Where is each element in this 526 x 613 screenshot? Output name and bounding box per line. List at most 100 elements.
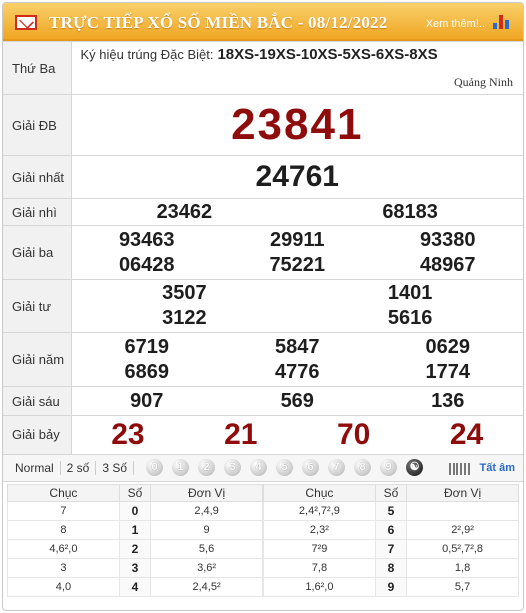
- cell-donvi: [406, 500, 519, 521]
- loto-tables: Chục Số Đơn Vị 7 0 2,4,9 819 4,6²,0 2 5,6 33…: [3, 482, 523, 599]
- cell-chuc: 3: [7, 557, 120, 578]
- prize-g6-number: 136: [431, 389, 465, 412]
- prize-g2-number: 68183: [382, 200, 438, 223]
- cell-donvi: 2,4,9: [150, 500, 263, 521]
- digit-ball[interactable]: 5: [276, 459, 294, 476]
- cell-donvi: 0,5²,7²,8: [406, 538, 519, 559]
- cell-so: 9: [374, 576, 408, 597]
- cell-chuc: 4,6²,0: [7, 538, 120, 559]
- prize-db-label: Giải ĐB: [3, 94, 72, 156]
- cell-so: 3: [118, 557, 152, 578]
- digit-ball[interactable]: 2: [198, 459, 216, 476]
- prize-g4-number: 3507: [162, 282, 207, 304]
- col-donvi: Đơn Vị: [150, 483, 263, 502]
- cell-so: 5: [374, 500, 408, 521]
- cell-chuc: 7: [7, 500, 120, 521]
- cell-so: 8: [374, 557, 408, 578]
- digit-ball[interactable]: 4: [250, 459, 268, 476]
- prize-g4-label: Giải tư: [3, 279, 72, 333]
- province-name: Quảng Ninh: [454, 75, 513, 89]
- prize-g7-number: 21: [224, 417, 258, 451]
- prize-g3-number: 06428: [118, 253, 175, 276]
- col-so: Số: [118, 483, 152, 502]
- digit-ball[interactable]: 7: [328, 459, 346, 476]
- table-row: 1,6²,0 9 5,7: [263, 576, 519, 597]
- option-2-so[interactable]: 2 số: [61, 460, 97, 475]
- digit-ball[interactable]: 0: [146, 459, 164, 476]
- results-table: Thứ Ba Ký hiệu trúng Đặc Biệt: 18XS-19XS-…: [3, 41, 523, 454]
- header-bar: TRỰC TIẾP XỔ SỐ MIỀN BẮC - 08/12/2022 Xe…: [3, 3, 523, 41]
- results-panel: TRỰC TIẾP XỔ SỐ MIỀN BẮC - 08/12/2022 Xe…: [2, 2, 524, 611]
- prize-g5-number: 0629: [425, 335, 471, 358]
- special-symbol: Ký hiệu trúng Đặc Biệt: 18XS-19XS-10XS-5X…: [71, 41, 523, 95]
- digit-ball[interactable]: 1: [172, 459, 190, 476]
- col-chuc: Chục: [7, 483, 120, 502]
- prize-g4-number: 3122: [162, 307, 207, 329]
- prize-g6-number: 569: [280, 389, 314, 412]
- barcode-zoom-icon[interactable]: [449, 462, 471, 475]
- prize-g3-number: 93463: [118, 228, 175, 251]
- prize-g5-label: Giải năm: [3, 332, 72, 387]
- prize-g5-number: 5847: [275, 335, 320, 358]
- prize-g4-number: 5616: [387, 307, 433, 329]
- cell-donvi: 2,4,5²: [150, 576, 263, 597]
- digit-ball[interactable]: 6: [302, 459, 320, 476]
- prize-db-number: 23841: [71, 94, 523, 156]
- prize-g3-number: 75221: [269, 253, 326, 276]
- prize-g5-number: 4776: [275, 360, 320, 383]
- prize-g6-number: 907: [130, 389, 164, 412]
- table-row: 7²9 7 0,5²,7²,8: [263, 538, 519, 559]
- prize-g7-number: 23: [111, 417, 145, 451]
- table-row: 2,4²,7²,9 5: [263, 500, 519, 521]
- prize-g1-label: Giải nhất: [3, 155, 72, 199]
- yin-yang-icon[interactable]: ☯: [406, 459, 424, 476]
- cell-chuc: 2,4²,7²,9: [263, 500, 376, 521]
- table-row: 7,8 8 1,8: [263, 557, 519, 578]
- cell-so: 6: [374, 519, 408, 540]
- more-link[interactable]: Xem thêm!..: [426, 18, 485, 30]
- prize-g3-number: 93380: [419, 228, 476, 251]
- cell-chuc: 7²9: [263, 538, 376, 559]
- cell-so: 1: [118, 519, 152, 540]
- all-toggle[interactable]: Tất âm: [480, 462, 515, 474]
- cell-chuc: 2,3²: [263, 519, 376, 540]
- prize-g4-number: 1401: [387, 282, 433, 304]
- page-title: TRỰC TIẾP XỔ SỐ MIỀN BẮC - 08/12/2022: [49, 13, 388, 32]
- cell-donvi: 3,6²: [150, 557, 263, 578]
- prize-g3-label: Giải ba: [3, 225, 72, 280]
- digit-ball[interactable]: 9: [380, 459, 398, 476]
- prize-g7-number: 70: [337, 417, 371, 451]
- special-symbol-label: Ký hiệu trúng Đặc Biệt:: [80, 47, 214, 62]
- prize-g2-label: Giải nhì: [3, 198, 72, 226]
- col-so: Số: [374, 483, 408, 502]
- prize-g7-label: Giải bảy: [3, 415, 72, 454]
- digit-ball[interactable]: 8: [354, 459, 372, 476]
- cell-so: 7: [374, 538, 408, 559]
- cell-donvi: 5,6: [150, 538, 263, 559]
- cell-chuc: 7,8: [263, 557, 376, 578]
- prize-g5-number: 6869: [124, 360, 170, 383]
- mail-icon: [15, 15, 37, 30]
- digit-ball[interactable]: 3: [224, 459, 242, 476]
- display-toolbar: Normal 2 số 3 Số 0 1 2 3 4 5 6 7 8 9 ☯ T…: [3, 453, 523, 482]
- option-3-so[interactable]: 3 Số: [96, 460, 135, 475]
- cell-donvi: 5,7: [406, 576, 519, 597]
- bar-chart-icon[interactable]: [493, 15, 511, 29]
- table-row: 4,6²,0 2 5,6: [7, 538, 263, 559]
- cell-chuc: 4,0: [7, 576, 120, 597]
- col-chuc: Chục: [263, 483, 376, 502]
- special-symbol-value: 18XS-19XS-10XS-5XS-6XS-8XS: [217, 46, 438, 63]
- digit-filter: 0 1 2 3 4 5 6 7 8 9 ☯: [146, 459, 432, 476]
- option-normal[interactable]: Normal: [9, 460, 61, 475]
- prize-g2-number: 23462: [156, 200, 213, 223]
- cell-so: 0: [118, 500, 152, 521]
- col-donvi: Đơn Vị: [406, 483, 519, 502]
- table-row: 4,0 4 2,4,5²: [7, 576, 263, 597]
- prize-g1-number: 24761: [71, 155, 523, 199]
- table-row: 819: [7, 519, 263, 540]
- table-row: 7 0 2,4,9: [7, 500, 263, 521]
- prize-g7-number: 24: [449, 417, 484, 451]
- prize-g3-number: 48967: [419, 253, 476, 276]
- cell-donvi: 1,8: [406, 557, 519, 578]
- loto-table-left: Chục Số Đơn Vị 7 0 2,4,9 819 4,6²,0 2 5,6 33…: [7, 483, 263, 597]
